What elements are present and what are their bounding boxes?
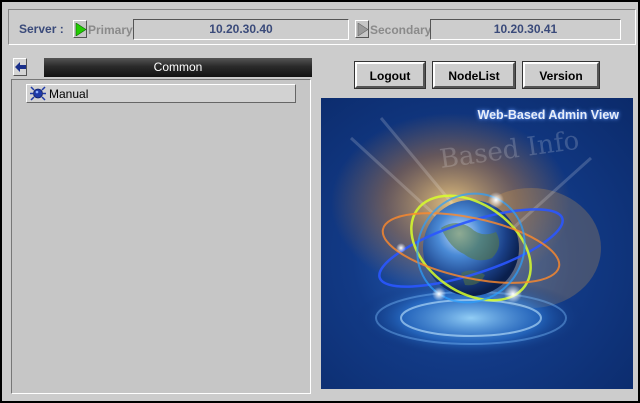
back-button[interactable] (13, 58, 27, 76)
server-bar: Server : Primary 10.20.30.40 Secondary 1… (8, 9, 636, 45)
tree-item-manual[interactable]: Manual (26, 84, 296, 103)
play-arrow-gray-icon (357, 23, 369, 36)
version-button[interactable]: Version (522, 61, 600, 89)
nodelist-button[interactable]: NodeList (432, 61, 516, 89)
tree-item-label: Manual (49, 87, 89, 101)
secondary-server-name: Secondary (370, 23, 432, 37)
left-panel (11, 79, 311, 394)
logout-button[interactable]: Logout (354, 61, 426, 89)
play-arrow-green-icon (75, 23, 87, 36)
splash-title: Web-Based Admin View (477, 108, 619, 122)
arrow-left-icon (15, 62, 26, 72)
secondary-server-button[interactable] (355, 20, 369, 38)
primary-server-button[interactable] (73, 20, 87, 38)
common-tab[interactable]: Common (44, 58, 312, 77)
main-window: Server : Primary 10.20.30.40 Secondary 1… (0, 0, 640, 403)
primary-ip-field: 10.20.30.40 (133, 19, 349, 40)
secondary-ip-field: 10.20.30.41 (430, 19, 621, 40)
splash-image: Based Info Web-Based Admin View (321, 98, 633, 389)
manual-icon (30, 86, 46, 101)
globe-splash-art: Based Info (331, 113, 601, 358)
server-label: Server : (19, 22, 64, 36)
primary-server-name: Primary (88, 23, 133, 37)
